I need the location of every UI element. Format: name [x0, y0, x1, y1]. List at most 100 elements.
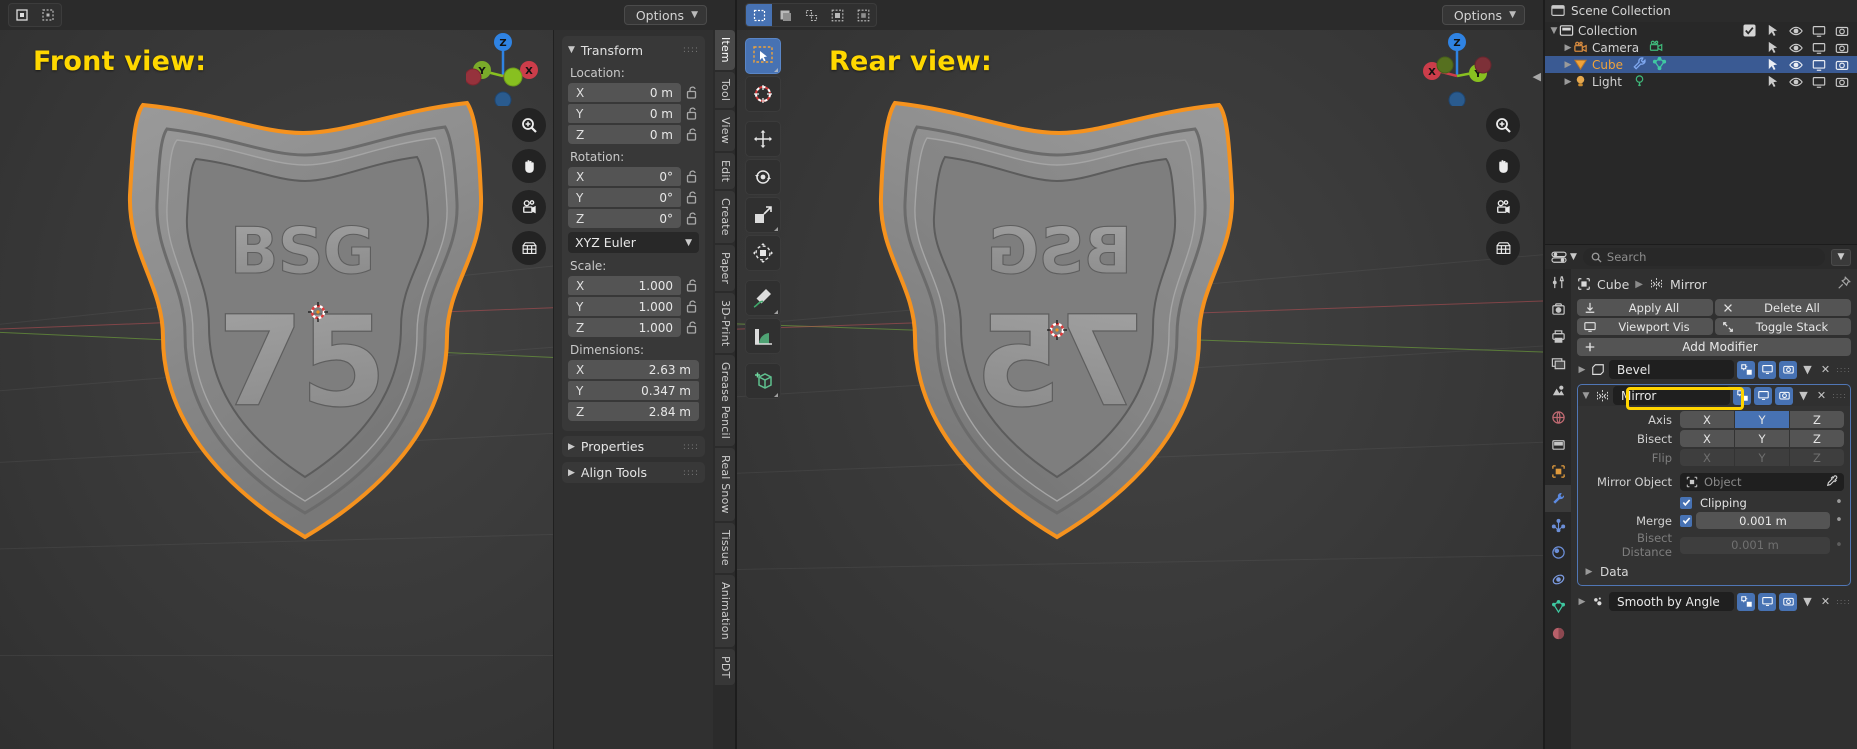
chevron-right-icon[interactable]: ▶	[1577, 365, 1587, 375]
bisect-x-button[interactable]: X	[1680, 430, 1734, 447]
circle-select-icon[interactable]	[798, 4, 824, 26]
cursor-select-icon[interactable]	[1766, 41, 1780, 55]
measure-tool[interactable]	[745, 318, 781, 354]
render-display-toggle[interactable]	[1779, 592, 1797, 611]
add-modifier-button[interactable]: Add Modifier	[1577, 338, 1851, 356]
world-icon[interactable]	[1545, 404, 1571, 431]
object-mode-icon[interactable]	[9, 4, 35, 26]
render-icon[interactable]	[1545, 296, 1571, 323]
tweak-select-icon[interactable]	[746, 4, 772, 26]
cursor-select-icon[interactable]	[1766, 75, 1780, 89]
scene-icon[interactable]	[1545, 377, 1571, 404]
scale-row-x[interactable]: X 1.000	[568, 276, 699, 295]
sidebar-tab-view[interactable]: View	[715, 110, 735, 151]
add-cube-tool[interactable]	[745, 363, 781, 399]
modifier-row-mirror[interactable]: ▼ Mirror ▼ ✕ ::::	[1577, 384, 1851, 406]
bevel-extras-dropdown[interactable]: ▼	[1800, 363, 1815, 376]
modifier-row-bevel[interactable]: ▶ Bevel ▼ ✕ ::::	[1577, 360, 1851, 379]
smooth-drag-grip[interactable]: ::::	[1836, 597, 1851, 606]
view-layer-icon[interactable]	[1545, 350, 1571, 377]
search-input[interactable]: Search	[1582, 248, 1825, 266]
outliner-row-collection[interactable]: ▼ Collection	[1545, 22, 1857, 39]
mirror-extras-dropdown[interactable]: ▼	[1796, 389, 1811, 402]
clipping-checkbox[interactable]	[1680, 496, 1692, 509]
rotate-tool[interactable]	[745, 159, 781, 195]
toggle-orthographic-icon[interactable]	[1486, 231, 1520, 265]
move-tool[interactable]	[745, 121, 781, 157]
monitor-icon[interactable]	[1812, 41, 1826, 55]
camera-data-icon[interactable]	[1649, 39, 1666, 57]
cursor-select-icon[interactable]	[1766, 58, 1780, 72]
mirror-name-field[interactable]: Mirror	[1613, 386, 1730, 405]
lock-icon[interactable]	[685, 127, 699, 142]
rotation-row-y[interactable]: Y 0°	[568, 188, 699, 207]
edit-mode-display-toggle[interactable]	[1737, 360, 1755, 379]
editor-type-icon[interactable]: ▼	[1551, 250, 1577, 264]
chevron-right-icon[interactable]: ▶	[1563, 77, 1573, 87]
lock-icon[interactable]	[685, 190, 699, 205]
sidebar-tab-edit[interactable]: Edit	[715, 152, 735, 190]
lock-icon[interactable]	[685, 278, 699, 293]
location-row-x[interactable]: X 0 m	[568, 83, 699, 102]
scale-row-z[interactable]: Z 1.000	[568, 318, 699, 337]
sidebar-tab-3d-print[interactable]: 3D-Print	[715, 292, 735, 354]
modifier-props-icon[interactable]	[1545, 485, 1571, 512]
constraints-icon[interactable]	[1545, 566, 1571, 593]
bisect-distance-field[interactable]: 0.001 m	[1680, 536, 1830, 554]
eye-icon[interactable]	[1789, 58, 1803, 72]
flip-z-button[interactable]: Z	[1790, 449, 1844, 466]
location-row-y[interactable]: Y 0 m	[568, 104, 699, 123]
lock-icon[interactable]	[685, 106, 699, 121]
delete-all-button[interactable]: Delete All	[1715, 299, 1851, 316]
front-nav-gizmo[interactable]: Z X Y	[464, 32, 540, 109]
sidebar-tab-create[interactable]: Create	[715, 191, 735, 243]
front-nav-buttons[interactable]	[512, 108, 546, 272]
bevel-name-field[interactable]: Bevel	[1609, 360, 1734, 379]
transform-panel-header[interactable]: ▼ Transform ::::	[568, 40, 699, 60]
chevron-right-icon[interactable]: ▶	[1563, 43, 1573, 53]
viewport-vis-button[interactable]: Viewport Vis	[1577, 318, 1713, 335]
zoom-icon[interactable]	[512, 108, 546, 142]
sidebar-tab-tissue[interactable]: Tissue	[715, 523, 735, 573]
axis-x-button[interactable]: X	[1680, 411, 1734, 428]
eyedropper-icon[interactable]	[1826, 474, 1838, 490]
chevron-down-icon[interactable]: ▼	[1581, 391, 1591, 401]
dimensions-row-x[interactable]: X 2.63 m	[568, 360, 699, 379]
rear-options-dropdown[interactable]: Options ▼	[1441, 5, 1525, 25]
render-display-toggle[interactable]	[1779, 360, 1797, 379]
pin-icon[interactable]	[1837, 275, 1851, 293]
flip-x-button[interactable]: X	[1680, 449, 1734, 466]
lock-icon[interactable]	[685, 85, 699, 100]
dimensions-row-y[interactable]: Y 0.347 m	[568, 381, 699, 400]
rear-select-mode-cluster[interactable]	[745, 3, 877, 27]
outliner-row-light[interactable]: ▶ Light	[1545, 73, 1857, 90]
data-props-icon[interactable]	[1545, 593, 1571, 620]
tool-icon[interactable]	[1545, 269, 1571, 296]
smooth-remove-button[interactable]: ✕	[1818, 595, 1833, 608]
annotate-tool[interactable]	[745, 280, 781, 316]
transform-tool[interactable]	[745, 235, 781, 271]
toggle-orthographic-icon[interactable]	[512, 231, 546, 265]
sidebar-collapse-arrow[interactable]: ◀	[1533, 70, 1541, 83]
lock-icon[interactable]	[685, 211, 699, 226]
select-mode-icon[interactable]	[850, 4, 876, 26]
edit-mode-icon[interactable]	[35, 4, 61, 26]
properties-panel-collapsed[interactable]: ▶ Properties ::::	[562, 436, 705, 457]
shield-model-front[interactable]: BSG 75	[95, 85, 515, 558]
camera-view-icon[interactable]	[512, 190, 546, 224]
outliner-row-camera[interactable]: ▶ Camera	[1545, 39, 1857, 56]
mirror-remove-button[interactable]: ✕	[1814, 389, 1829, 402]
smooth-extras-dropdown[interactable]: ▼	[1800, 595, 1815, 608]
bisect-y-button[interactable]: Y	[1735, 430, 1789, 447]
front-options-dropdown[interactable]: Options ▼	[623, 5, 707, 25]
monitor-icon[interactable]	[1812, 24, 1826, 38]
lock-icon[interactable]	[685, 320, 699, 335]
select-box-tool[interactable]	[745, 38, 781, 74]
breadcrumb-object[interactable]: Cube	[1597, 277, 1629, 292]
object-props-icon[interactable]	[1545, 458, 1571, 485]
merge-animate-dot[interactable]: •	[1834, 513, 1844, 528]
viewport-rear-canvas[interactable]: BSG 75 Rear view: Z X Y ◀	[737, 30, 1543, 749]
bisect-z-button[interactable]: Z	[1790, 430, 1844, 447]
camera-icon[interactable]	[1835, 58, 1849, 72]
pan-hand-icon[interactable]	[512, 149, 546, 183]
